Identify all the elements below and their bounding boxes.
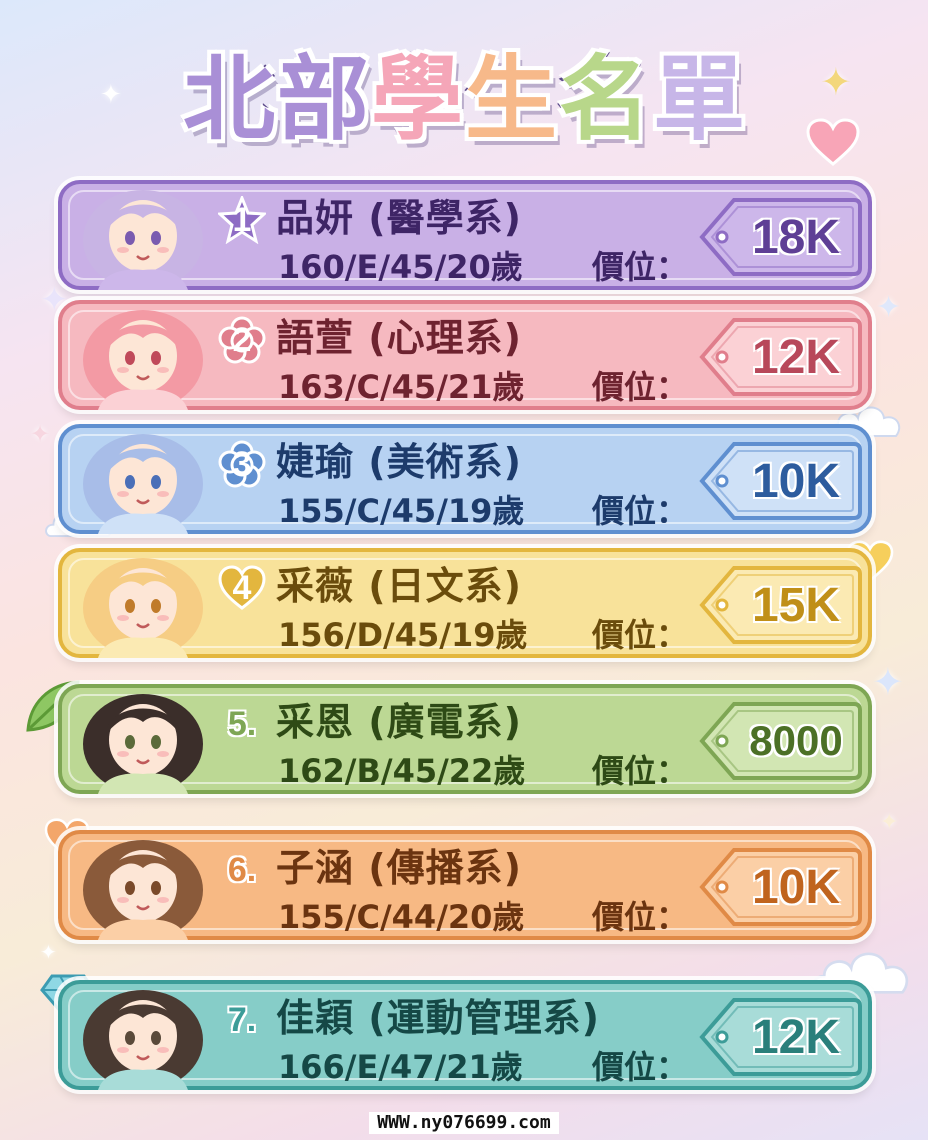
sparkle-icon: ✦ [880, 810, 899, 835]
price-label: 價位： [592, 492, 689, 530]
student-name: 佳穎 (運動管理系) [276, 996, 600, 1040]
rank-badge: 7. [218, 996, 266, 1044]
price-value: 8000 [749, 717, 843, 764]
student-stats: 160/E/45/20歲 [278, 248, 523, 286]
price-label: 價位： [592, 616, 689, 654]
title-char: 名 [557, 46, 653, 153]
student-avatar [83, 310, 203, 410]
rank-badge: 5. [218, 700, 266, 748]
student-avatar [83, 434, 203, 534]
rank-badge: 1 [218, 196, 266, 244]
student-card-1[interactable]: 1 品妍 (醫學系) 160/E/45/20歲 價位： 18K [58, 180, 872, 290]
rank-number: 5. [227, 704, 257, 743]
student-avatar [83, 190, 203, 290]
student-avatar [83, 840, 203, 940]
price-value: 12K [751, 1010, 841, 1064]
student-card-6[interactable]: 6. 子涵 (傳播系) 155/C/44/20歲 價位： 10K [58, 830, 872, 940]
price-tag: 12K [698, 314, 864, 400]
student-card-2[interactable]: 2 語萱 (心理系) 163/C/45/21歲 價位： 12K [58, 300, 872, 410]
title-char: 北 [181, 46, 277, 153]
footer: WWW.ny076699.com [0, 1112, 928, 1134]
student-card-4[interactable]: 4 采薇 (日文系) 156/D/45/19歲 價位： 15K [58, 548, 872, 658]
price-value: 15K [751, 578, 841, 632]
student-card-3[interactable]: 3 婕瑜 (美術系) 155/C/45/19歲 價位： 10K [58, 424, 872, 534]
rank-number: 2 [232, 320, 252, 359]
price-label: 價位： [592, 1048, 689, 1086]
rank-number: 1 [232, 200, 252, 239]
student-name: 采恩 (廣電系) [276, 700, 522, 744]
sparkle-icon: ✦ [876, 290, 902, 325]
sparkle-icon: ✦ [30, 420, 51, 448]
student-name: 語萱 (心理系) [276, 316, 522, 360]
student-card-7[interactable]: 7. 佳穎 (運動管理系) 166/E/47/21歲 價位： 12K [58, 980, 872, 1090]
page-title: 北 部 學 生 名 單 [0, 40, 928, 160]
rank-number: 7. [227, 1000, 257, 1039]
student-stats: 166/E/47/21歲 [278, 1048, 523, 1086]
student-name: 子涵 (傳播系) [276, 846, 522, 890]
price-tag: 18K [698, 194, 864, 280]
price-tag: 8000 [698, 698, 864, 784]
student-stats: 162/B/45/22歲 [278, 752, 526, 790]
rank-badge: 2 [218, 316, 266, 364]
title-char: 學 [369, 46, 465, 153]
price-tag: 10K [698, 438, 864, 524]
price-value: 10K [751, 860, 841, 914]
rank-number: 4 [232, 568, 252, 607]
rank-number: 3 [232, 444, 252, 483]
student-stats: 155/C/45/19歲 [278, 492, 525, 530]
price-value: 18K [751, 210, 841, 264]
student-avatar [83, 990, 203, 1090]
student-stats: 156/D/45/19歲 [278, 616, 528, 654]
price-tag: 15K [698, 562, 864, 648]
price-tag: 12K [698, 994, 864, 1080]
price-label: 價位： [592, 898, 689, 936]
price-label: 價位： [592, 248, 689, 286]
rank-number: 6. [227, 850, 257, 889]
price-label: 價位： [592, 368, 689, 406]
title-char: 生 [463, 46, 559, 153]
price-tag: 10K [698, 844, 864, 930]
rank-badge: 6. [218, 846, 266, 894]
price-value: 10K [751, 454, 841, 508]
price-value: 12K [751, 330, 841, 384]
title-char: 單 [651, 46, 747, 153]
price-label: 價位： [592, 752, 689, 790]
title-char: 部 [275, 46, 371, 153]
rank-badge: 3 [218, 440, 266, 488]
student-stats: 155/C/44/20歲 [278, 898, 525, 936]
student-avatar [83, 558, 203, 658]
sparkle-icon: ✦ [872, 660, 904, 704]
student-name: 品妍 (醫學系) [276, 196, 522, 240]
website-url[interactable]: WWW.ny076699.com [369, 1112, 559, 1134]
student-name: 采薇 (日文系) [276, 564, 522, 608]
sparkle-icon: ✦ [40, 940, 57, 964]
rank-badge: 4 [218, 564, 266, 612]
student-avatar [83, 694, 203, 794]
student-stats: 163/C/45/21歲 [278, 368, 525, 406]
student-name: 婕瑜 (美術系) [276, 440, 522, 484]
student-card-5[interactable]: 5. 采恩 (廣電系) 162/B/45/22歲 價位： 8000 [58, 684, 872, 794]
